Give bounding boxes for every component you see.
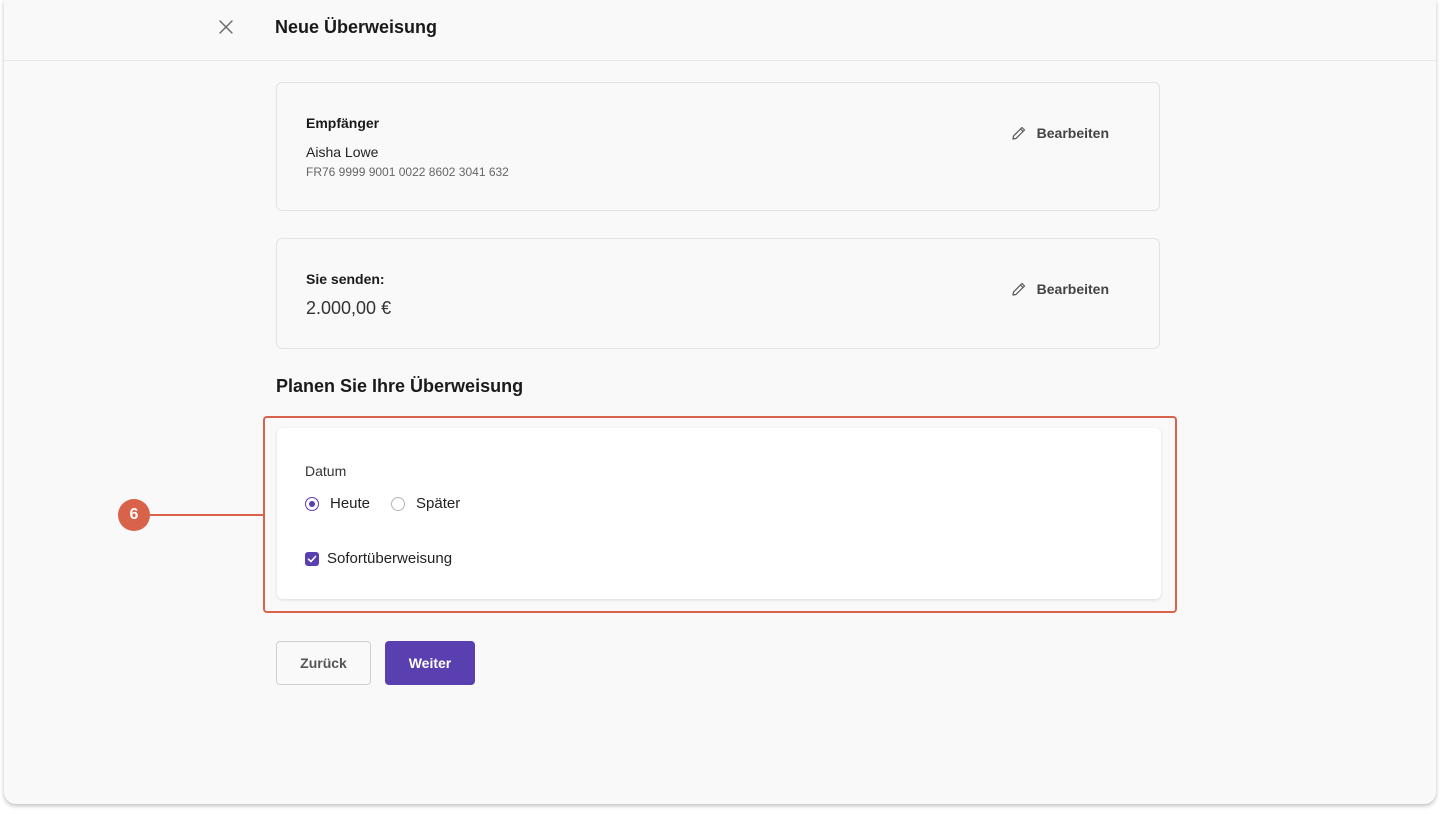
pencil-icon	[1012, 126, 1025, 140]
radio-today[interactable]	[305, 496, 319, 511]
radio-later[interactable]	[391, 496, 406, 511]
schedule-card: Datum Heute Später Sofortüberweisung	[277, 428, 1161, 599]
radio-later-label[interactable]: Später	[416, 495, 460, 512]
radio-today-label[interactable]: Heute	[330, 495, 370, 512]
edit-amount-button[interactable]: Bearbeiten	[1011, 281, 1109, 297]
instant-transfer-checkbox[interactable]	[305, 551, 319, 566]
recipient-label: Empfänger	[306, 115, 380, 131]
back-button[interactable]: Zurück	[276, 641, 371, 685]
schedule-title: Planen Sie Ihre Überweisung	[276, 376, 524, 396]
next-button[interactable]: Weiter	[385, 641, 475, 685]
amount-card: Sie senden: 2.000,00 € Bearbeiten	[276, 238, 1160, 349]
instant-transfer-label[interactable]: Sofortüberweisung	[327, 550, 452, 567]
amount-value: 2.000,00 €	[306, 298, 392, 318]
checkmark-icon	[307, 555, 317, 562]
edit-recipient-button[interactable]: Bearbeiten	[1011, 125, 1109, 141]
edit-recipient-label: Bearbeiten	[1036, 125, 1109, 141]
amount-label: Sie senden:	[306, 271, 385, 287]
transfer-window: Neue Überweisung Empfänger Aisha Lowe FR…	[4, 0, 1436, 804]
edit-amount-label: Bearbeiten	[1036, 281, 1109, 297]
close-button[interactable]	[216, 17, 236, 37]
pencil-icon	[1012, 282, 1025, 296]
date-label: Datum	[305, 463, 347, 479]
callout-number-badge: 6	[118, 499, 150, 531]
callout-connector-line	[150, 514, 264, 516]
page-title: Neue Überweisung	[275, 17, 438, 37]
recipient-name: Aisha Lowe	[306, 144, 379, 160]
recipient-card: Empfänger Aisha Lowe FR76 9999 9001 0022…	[276, 82, 1160, 211]
top-bar: Neue Überweisung	[4, 0, 1436, 61]
instant-transfer-row: Sofortüberweisung	[305, 550, 452, 567]
date-radio-group: Heute Später	[305, 495, 481, 512]
recipient-iban: FR76 9999 9001 0022 8602 3041 632	[306, 165, 509, 179]
close-icon	[219, 20, 233, 34]
